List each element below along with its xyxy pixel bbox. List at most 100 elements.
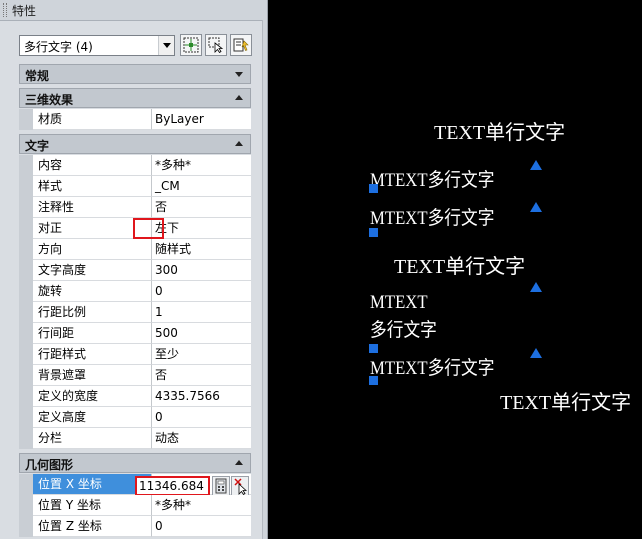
grip-triangle-icon[interactable] (530, 202, 542, 212)
property-row-defined-width[interactable]: 定义的宽度 4335.7566 (19, 386, 251, 407)
drawing-canvas[interactable]: TEXT单行文字 MTEXT多行文字 MTEXT多行文字 TEXT单行文字 MT… (268, 0, 642, 539)
property-row-line-spacing[interactable]: 行间距 500 (19, 323, 251, 344)
collapse-icon (235, 460, 243, 465)
property-value[interactable]: ByLayer (152, 109, 251, 130)
collapse-icon (235, 141, 243, 146)
property-value[interactable]: 随样式 (152, 239, 251, 260)
mtext-object-4[interactable]: MTEXT多行文字 (370, 358, 494, 380)
property-row-line-space-style[interactable]: 行距样式 至少 (19, 344, 251, 365)
property-value[interactable]: 500 (152, 323, 251, 344)
property-value[interactable]: 至少 (152, 344, 251, 365)
grip-square-icon[interactable] (369, 344, 378, 353)
single-line-text-2[interactable]: TEXT单行文字 (394, 256, 525, 278)
row-gutter (19, 495, 33, 516)
single-line-text-3[interactable]: TEXT单行文字 (500, 392, 631, 414)
property-value[interactable]: 动态 (152, 428, 251, 449)
property-row-rotation[interactable]: 旋转 0 (19, 281, 251, 302)
property-value[interactable]: *多种* (152, 495, 251, 516)
property-name: 行距样式 (33, 344, 152, 365)
property-value[interactable]: 0 (152, 281, 251, 302)
section-geometry[interactable]: 几何图形 (19, 453, 251, 473)
grip-square-icon[interactable] (369, 376, 378, 385)
grip-square-icon[interactable] (369, 228, 378, 237)
property-name: 定义高度 (33, 407, 152, 428)
property-row-defined-height[interactable]: 定义高度 0 (19, 407, 251, 428)
section-text-label: 文字 (25, 139, 50, 153)
property-row-direction[interactable]: 方向 随样式 (19, 239, 251, 260)
property-row-columns[interactable]: 分栏 动态 (19, 428, 251, 449)
property-value[interactable]: 否 (152, 365, 251, 386)
toggle-pickadd-button[interactable] (180, 34, 202, 56)
property-value[interactable]: 4335.7566 (152, 386, 251, 407)
object-type-dropdown[interactable]: 多行文字 (4) (19, 35, 175, 56)
row-gutter (19, 109, 33, 130)
section-3d-effects[interactable]: 三维效果 (19, 88, 251, 108)
mtext-object-3-line1[interactable]: MTEXT (370, 292, 428, 314)
grip-triangle-icon[interactable] (530, 160, 542, 170)
property-value[interactable]: 300 (152, 260, 251, 281)
grip-triangle-icon[interactable] (530, 348, 542, 358)
property-name: 样式 (33, 176, 152, 197)
row-gutter (19, 386, 33, 407)
property-name: 内容 (33, 155, 152, 176)
property-name: 行距比例 (33, 302, 152, 323)
justify-highlight-box (133, 218, 164, 239)
property-value[interactable]: 0 (152, 516, 251, 537)
property-name: 定义的宽度 (33, 386, 152, 407)
property-name: 材质 (33, 109, 152, 130)
row-gutter (19, 239, 33, 260)
row-gutter (19, 474, 33, 495)
property-row-contents[interactable]: 内容 *多种* (19, 155, 251, 176)
property-value[interactable]: 否 (152, 197, 251, 218)
quick-calc-button[interactable] (212, 476, 230, 496)
position-x-input[interactable]: 11346.684 (135, 476, 210, 496)
row-gutter (19, 344, 33, 365)
mtext-object-1[interactable]: MTEXT多行文字 (370, 170, 494, 192)
chevron-down-icon (158, 36, 174, 55)
section-general[interactable]: 常规 (19, 64, 251, 84)
property-row-position-z[interactable]: 位置 Z 坐标 0 (19, 516, 251, 537)
property-row-background-mask[interactable]: 背景遮罩否 (19, 365, 251, 386)
section-text[interactable]: 文字 (19, 134, 251, 154)
select-objects-button[interactable] (205, 34, 227, 56)
row-gutter (19, 260, 33, 281)
property-name: 方向 (33, 239, 152, 260)
pickadd-icon (183, 37, 199, 53)
property-value[interactable]: 左下 (152, 218, 251, 239)
select-objects-icon (208, 37, 224, 53)
property-row-style[interactable]: 样式 _CM (19, 176, 251, 197)
quick-select-button[interactable] (230, 34, 252, 56)
row-gutter (19, 407, 33, 428)
section-general-label: 常规 (25, 69, 50, 83)
row-gutter (19, 428, 33, 449)
property-row-line-space-factor[interactable]: 行距比例 1 (19, 302, 251, 323)
collapse-icon (235, 95, 243, 100)
property-value[interactable]: 0 (152, 407, 251, 428)
property-row-text-height[interactable]: 文字高度 300 (19, 260, 251, 281)
property-row-material[interactable]: 材质 ByLayer (19, 109, 251, 130)
property-name: 背景遮罩 (33, 365, 152, 386)
drag-grip-icon[interactable] (3, 3, 7, 17)
mtext-object-2[interactable]: MTEXT多行文字 (370, 208, 494, 230)
property-row-position-y[interactable]: 位置 Y 坐标 *多种* (19, 495, 251, 516)
single-line-text-1[interactable]: TEXT单行文字 (434, 122, 565, 144)
section-geometry-label: 几何图形 (25, 458, 74, 472)
palette-title-bar[interactable]: 特性 (0, 0, 267, 21)
mtext-object-3-line2[interactable]: 多行文字 (370, 320, 437, 342)
property-name: 分栏 (33, 428, 152, 449)
property-value[interactable]: _CM (152, 176, 251, 197)
property-name: 文字高度 (33, 260, 152, 281)
grip-square-icon[interactable] (369, 184, 378, 193)
property-value[interactable]: *多种* (152, 155, 251, 176)
row-gutter (19, 155, 33, 176)
property-value[interactable]: 1 (152, 302, 251, 323)
section-3d-effects-label: 三维效果 (25, 93, 74, 107)
palette-title: 特性 (12, 4, 37, 18)
row-gutter (19, 197, 33, 218)
property-name: 位置 Z 坐标 (33, 516, 152, 537)
grip-triangle-icon[interactable] (530, 282, 542, 292)
pick-point-icon (234, 478, 248, 496)
pick-point-button[interactable] (231, 476, 249, 496)
row-gutter (19, 302, 33, 323)
property-row-annotative[interactable]: 注释性否 (19, 197, 251, 218)
